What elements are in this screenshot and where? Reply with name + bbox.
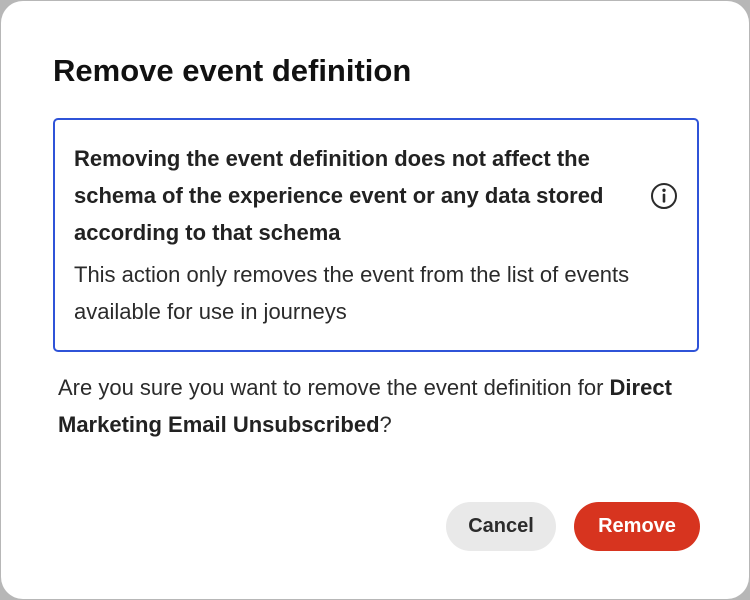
remove-button[interactable]: Remove bbox=[574, 502, 700, 551]
remove-event-dialog: Remove event definition Removing the eve… bbox=[1, 1, 749, 599]
dialog-title: Remove event definition bbox=[53, 53, 412, 88]
notice-body: This action only removes the event from … bbox=[74, 262, 630, 324]
notice-heading: Removing the event definition does not a… bbox=[74, 146, 604, 245]
confirmation-prefix: Are you sure you want to remove the even… bbox=[58, 375, 610, 400]
cancel-button[interactable]: Cancel bbox=[446, 502, 556, 551]
info-icon bbox=[651, 183, 677, 209]
info-notice: Removing the event definition does not a… bbox=[53, 118, 699, 352]
confirmation-suffix: ? bbox=[379, 412, 392, 437]
confirmation-text: Are you sure you want to remove the even… bbox=[58, 369, 698, 443]
